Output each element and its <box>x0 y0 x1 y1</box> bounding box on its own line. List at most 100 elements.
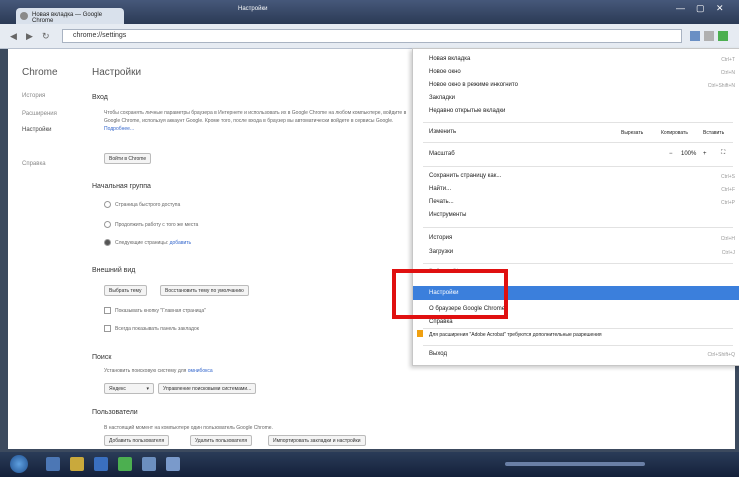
choose-theme-button[interactable]: Выбрать тему <box>104 285 147 296</box>
windows-start-icon[interactable] <box>10 455 28 473</box>
search-engine-select[interactable]: Яндекс ▾ <box>104 383 154 394</box>
shortcut-label: Ctrl+T <box>721 57 735 63</box>
zoom-in-button[interactable]: + <box>703 151 707 157</box>
section-appearance-heading: Внешний вид <box>92 267 136 274</box>
checkbox-label: Показывать кнопку "Главная страница" <box>115 307 206 314</box>
explorer-icon[interactable] <box>46 457 60 471</box>
radio-icon <box>104 201 111 208</box>
back-arrow-icon[interactable]: ◀ <box>10 31 17 42</box>
manage-search-engines-button[interactable]: Управление поисковыми системами... <box>158 383 257 394</box>
menu-item-recent-tabs[interactable]: Недавно открытые вкладки <box>429 108 505 114</box>
checkbox-icon <box>104 307 111 314</box>
menu-item-zoom: Масштаб <box>429 151 455 157</box>
checkbox-icon <box>104 325 111 332</box>
menu-item-new-window[interactable]: Новое окно <box>429 69 461 75</box>
startup-option[interactable]: Страница быстрого доступа <box>104 201 180 208</box>
copy-button[interactable]: Копировать <box>661 130 688 136</box>
import-bookmarks-button[interactable]: Импортировать закладки и настройки <box>268 435 366 446</box>
app-icon[interactable] <box>142 457 156 471</box>
browser-tab[interactable]: Новая вкладка — Google Chrome <box>16 8 124 24</box>
sidebar-item-settings[interactable]: Настройки <box>22 127 51 133</box>
menu-divider <box>423 227 733 228</box>
menu-item-history[interactable]: История <box>429 235 452 241</box>
title-bar: Новая вкладка — Google Chrome Настройки … <box>0 0 739 24</box>
app-icon[interactable] <box>166 457 180 471</box>
option-label: Страница быстрого доступа <box>115 201 181 208</box>
show-bookmarks-checkbox[interactable]: Всегда показывать панель закладок <box>104 325 199 332</box>
login-text: Чтобы сохранять личные параметры браузер… <box>104 110 407 124</box>
tab-title: Новая вкладка — Google Chrome <box>32 12 103 24</box>
shortcut-label: Ctrl+J <box>721 250 735 256</box>
menu-divider <box>423 263 733 264</box>
shortcut-label: Ctrl+F <box>721 187 735 193</box>
startup-option[interactable]: Следующие страницы: добавить <box>104 239 191 246</box>
shortcut-label: Ctrl+H <box>720 236 735 242</box>
reset-theme-button[interactable]: Восстановить тему по умолчанию <box>160 285 249 296</box>
zoom-value: 100% <box>681 151 697 157</box>
maximize-button[interactable]: ▢ <box>696 3 705 14</box>
menu-item-exit[interactable]: Выход <box>429 351 447 357</box>
chrome-taskbar-icon[interactable] <box>118 457 132 471</box>
page-title: Настройки <box>92 67 142 78</box>
annotation-highlight-box <box>392 269 508 319</box>
menu-item-new-tab[interactable]: Новая вкладка <box>429 56 470 62</box>
shortcut-label: Ctrl+Shift+N <box>707 83 735 89</box>
sign-in-button[interactable]: Войти в Chrome <box>104 153 152 164</box>
warning-icon <box>417 330 423 337</box>
menu-item-find[interactable]: Найти... <box>429 186 451 192</box>
menu-item-edit: Изменить <box>429 129 457 135</box>
zoom-out-button[interactable]: − <box>669 151 673 157</box>
omnibox-link[interactable]: омнибокса <box>188 368 213 374</box>
windows-taskbar <box>0 452 739 477</box>
sidebar-brand: Chrome <box>22 67 58 78</box>
add-user-button[interactable]: Добавить пользователя <box>104 435 170 446</box>
login-more-link[interactable]: Подробнее... <box>104 126 134 132</box>
show-home-checkbox[interactable]: Показывать кнопку "Главная страница" <box>104 307 206 314</box>
checkbox-label: Всегда показывать панель закладок <box>115 325 199 332</box>
shortcut-label: Ctrl+N <box>720 70 735 76</box>
menu-item-print[interactable]: Печать... <box>429 199 454 205</box>
sidebar-item-help[interactable]: Справка <box>22 161 46 167</box>
option-label: Следующие страницы: <box>115 239 169 246</box>
section-search-heading: Поиск <box>92 354 112 361</box>
menu-item-incognito[interactable]: Новое окно в режиме инкогнито <box>429 82 518 88</box>
cut-button[interactable]: Вырезать <box>621 130 643 136</box>
add-pages-link[interactable]: добавить <box>170 240 192 246</box>
sidebar-item-history[interactable]: История <box>22 93 45 99</box>
shortcut-label: Ctrl+Shift+Q <box>707 352 735 358</box>
close-button[interactable]: ✕ <box>716 3 724 14</box>
section-users-heading: Пользователи <box>92 409 138 416</box>
menu-item-help[interactable]: Справка <box>429 319 453 325</box>
menu-item-save-page[interactable]: Сохранить страницу как... <box>429 173 501 179</box>
section-startup-heading: Начальная группа <box>92 183 151 190</box>
menu-item-tools[interactable]: Инструменты <box>429 212 466 218</box>
extension-icon[interactable] <box>704 31 714 41</box>
minimize-button[interactable]: — <box>676 3 685 13</box>
search-description: Установить поисковую систему для омнибок… <box>104 367 414 375</box>
browser-toolbar: ◀ ▶ ↻ chrome://settings <box>0 24 739 49</box>
menu-item-bookmarks[interactable]: Закладки <box>429 95 455 101</box>
menu-item-downloads[interactable]: Загрузки <box>429 249 453 255</box>
search-text: Установить поисковую систему для <box>104 368 187 374</box>
shortcut-label: Ctrl+S <box>720 174 735 180</box>
reload-icon[interactable]: ↻ <box>42 31 50 42</box>
remove-user-button[interactable]: Удалить пользователя <box>190 435 253 446</box>
media-icon[interactable] <box>94 457 108 471</box>
menu-wrench-icon[interactable] <box>718 31 728 41</box>
menu-divider <box>423 122 733 123</box>
users-text: В настоящий момент на компьютере один по… <box>104 425 273 431</box>
address-bar[interactable]: chrome://settings <box>62 29 682 43</box>
window-title: Настройки <box>238 6 268 12</box>
section-login-heading: Вход <box>92 94 108 101</box>
extension-icon[interactable] <box>690 31 700 41</box>
paste-button[interactable]: Вставить <box>703 130 724 136</box>
fullscreen-icon[interactable]: ⛶ <box>721 150 725 157</box>
menu-item-extension-warning[interactable]: Для расширения "Adobe Acrobat" требуются… <box>429 332 602 338</box>
menu-divider <box>423 345 733 346</box>
sidebar-item-extensions[interactable]: Расширения <box>22 111 57 117</box>
folder-icon[interactable] <box>70 457 84 471</box>
forward-arrow-icon[interactable]: ▶ <box>26 31 33 42</box>
startup-option[interactable]: Продолжить работу с того же места <box>104 221 198 228</box>
settings-sidebar: Chrome История Расширения Настройки Спра… <box>8 49 78 449</box>
chevron-down-icon: ▾ <box>146 386 149 392</box>
